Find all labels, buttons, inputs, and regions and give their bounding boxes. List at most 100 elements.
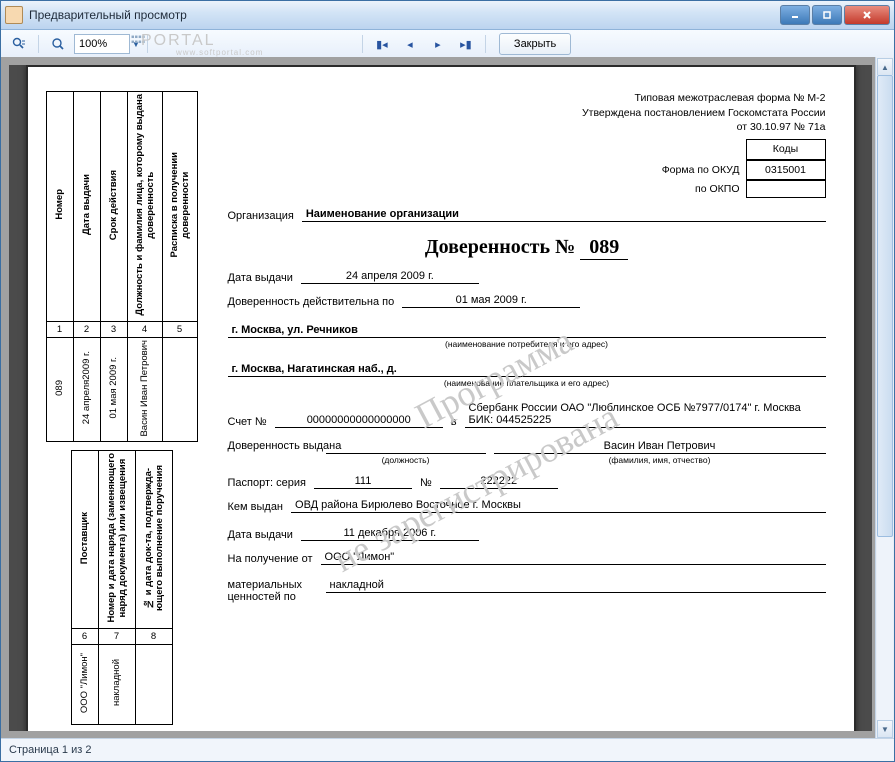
person-value: Васин Иван Петрович bbox=[494, 440, 826, 454]
stub-header: Расписка в получениидоверенности bbox=[169, 152, 191, 258]
form-line: от 30.10.97 № 71а bbox=[228, 120, 826, 135]
scroll-up-arrow-icon[interactable]: ▲ bbox=[877, 58, 893, 76]
find-button[interactable] bbox=[7, 32, 31, 56]
close-window-button[interactable] bbox=[844, 5, 890, 25]
close-preview-button[interactable]: Закрыть bbox=[499, 33, 571, 55]
stub-value: 24 апреля2009 г. bbox=[81, 351, 92, 424]
portal-watermark-url: www.softportal.com bbox=[176, 48, 263, 57]
scroll-down-arrow-icon[interactable]: ▼ bbox=[877, 720, 893, 738]
okud-label: Форма по ОКУД bbox=[662, 163, 740, 178]
pass-date-label: Дата выдачи bbox=[228, 529, 293, 541]
stub-colnum: 1 bbox=[46, 321, 73, 337]
org-label: Организация bbox=[228, 210, 294, 222]
stub-value: 089 bbox=[54, 380, 65, 396]
titlebar: Предварительный просмотр bbox=[1, 1, 894, 30]
stub-value: Васин Иван Петрович bbox=[139, 340, 150, 437]
receive-from-value: ООО "Лимон" bbox=[321, 551, 826, 565]
form-line: Типовая межотраслевая форма № М-2 bbox=[228, 91, 826, 106]
stub-colnum: 4 bbox=[127, 321, 162, 337]
scroll-track[interactable] bbox=[877, 75, 893, 721]
account-value: 00000000000000000 bbox=[275, 414, 443, 428]
stub-value: 01 мая 2009 г. bbox=[108, 357, 119, 419]
minimize-button[interactable] bbox=[780, 5, 810, 25]
position-caption: (должность) bbox=[326, 455, 486, 465]
stub-value: ООО "Лимон" bbox=[79, 653, 90, 713]
zoom-input[interactable] bbox=[74, 34, 130, 54]
org-value: Наименование организации bbox=[302, 208, 826, 222]
window-title: Предварительный просмотр bbox=[29, 8, 778, 22]
consumer-caption: (наименование потребителя и его адрес) bbox=[228, 339, 826, 349]
passport-num: 222222 bbox=[440, 475, 558, 489]
issued-by-label: Кем выдан bbox=[228, 501, 284, 513]
doc-title: Доверенность № 089 bbox=[228, 236, 826, 260]
doc-number: 089 bbox=[580, 236, 628, 260]
bank-value: Сбербанк России ОАО "Люблинское ОСБ №797… bbox=[465, 402, 826, 428]
stub-header: Номер bbox=[54, 189, 65, 220]
tearline-label: линия отреза bbox=[208, 231, 218, 731]
page-indicator: Страница 1 из 2 bbox=[9, 744, 91, 756]
zoom-tool-button[interactable] bbox=[46, 32, 70, 56]
issued-to-label: Доверенность выдана bbox=[228, 440, 318, 452]
last-page-button[interactable]: ▸▮ bbox=[454, 32, 478, 56]
scroll-thumb[interactable] bbox=[877, 75, 893, 537]
app-icon bbox=[5, 6, 23, 24]
okpo-value bbox=[746, 180, 826, 198]
stub-colnum: 2 bbox=[73, 321, 100, 337]
account-label: Счет № bbox=[228, 416, 267, 428]
payer-value: г. Москва, Нагатинская наб., д. bbox=[228, 363, 826, 377]
stub-header: Срок действия bbox=[108, 170, 119, 240]
window-controls bbox=[778, 5, 890, 25]
okpo-label: по ОКПО bbox=[695, 182, 739, 197]
stub-header: № и дата док-та, подтвержда-ющего выполн… bbox=[143, 465, 165, 611]
toolbar-separator bbox=[485, 35, 486, 53]
valid-until-label: Доверенность действительна по bbox=[228, 296, 395, 308]
consumer-value: г. Москва, ул. Речников bbox=[228, 324, 826, 338]
okud-value: 0315001 bbox=[746, 160, 826, 181]
issue-date-value: 24 апреля 2009 г. bbox=[301, 270, 479, 284]
next-page-button[interactable]: ▸ bbox=[426, 32, 450, 56]
stub-header: Должность и фамилия лица, которому выдан… bbox=[134, 94, 156, 316]
tearline-column: линия отреза bbox=[206, 91, 220, 731]
document-page: Программа не зарегистрирована Номер Дата… bbox=[26, 65, 856, 731]
stub-colnum: 7 bbox=[98, 628, 135, 644]
stub-table-top: Номер Дата выдачи Срок действия Должност… bbox=[46, 91, 198, 442]
stub-colnum: 8 bbox=[135, 628, 172, 644]
document-area: Программа не зарегистрирована Номер Дата… bbox=[1, 57, 894, 739]
first-page-button[interactable]: ▮◂ bbox=[370, 32, 394, 56]
matvalues-value: накладной bbox=[326, 579, 826, 593]
position-value bbox=[326, 440, 486, 454]
zoom-box: ▼ bbox=[74, 34, 140, 54]
pass-date-value: 11 декабря 2006 г. bbox=[301, 527, 479, 541]
app-window: Предварительный просмотр ▼ ▪▪▪▪▪▪▪▪ PORT… bbox=[0, 0, 895, 762]
zoom-dropdown-icon[interactable]: ▼ bbox=[132, 40, 140, 49]
stub-colnum: 3 bbox=[100, 321, 127, 337]
page-viewport[interactable]: Программа не зарегистрирована Номер Дата… bbox=[9, 65, 872, 731]
toolbar-separator bbox=[362, 35, 363, 53]
stub-header: Номер и дата наряда (заменяющегонаряд до… bbox=[106, 453, 128, 623]
passport-series: 111 bbox=[314, 475, 412, 489]
account-in: в bbox=[451, 416, 457, 428]
stub-header: Поставщик bbox=[79, 512, 90, 564]
stub-colnum: 5 bbox=[162, 321, 197, 337]
passport-num-label: № bbox=[420, 477, 432, 489]
toolbar-separator bbox=[38, 35, 39, 53]
passport-label: Паспорт: серия bbox=[228, 477, 306, 489]
issue-date-label: Дата выдачи bbox=[228, 272, 293, 284]
stub-colnum: 6 bbox=[71, 628, 98, 644]
valid-until-value: 01 мая 2009 г. bbox=[402, 294, 580, 308]
kody-label: Коды bbox=[746, 139, 826, 160]
stub-column: Номер Дата выдачи Срок действия Должност… bbox=[46, 91, 198, 731]
toolbar: ▼ ▪▪▪▪▪▪▪▪ PORTAL www.softportal.com ▮◂ … bbox=[1, 30, 894, 59]
maximize-button[interactable] bbox=[812, 5, 842, 25]
matvalues-label: материальныхценностей по bbox=[228, 579, 318, 603]
form-header-block: Типовая межотраслевая форма № М-2 Утверж… bbox=[228, 91, 826, 198]
form-line: Утверждена постановлением Госкомстата Ро… bbox=[228, 106, 826, 121]
person-caption: (фамилия, имя, отчество) bbox=[494, 455, 826, 465]
document-main: Типовая межотраслевая форма № М-2 Утверж… bbox=[228, 91, 826, 731]
prev-page-button[interactable]: ◂ bbox=[398, 32, 422, 56]
issued-by-value: ОВД района Бирюлево Восточное г. Москвы bbox=[291, 499, 825, 513]
toolbar-separator bbox=[147, 35, 148, 53]
payer-caption: (наименование плательщика и его адрес) bbox=[228, 378, 826, 388]
stub-header: Дата выдачи bbox=[81, 174, 92, 235]
vertical-scrollbar[interactable]: ▲ ▼ bbox=[875, 57, 894, 739]
